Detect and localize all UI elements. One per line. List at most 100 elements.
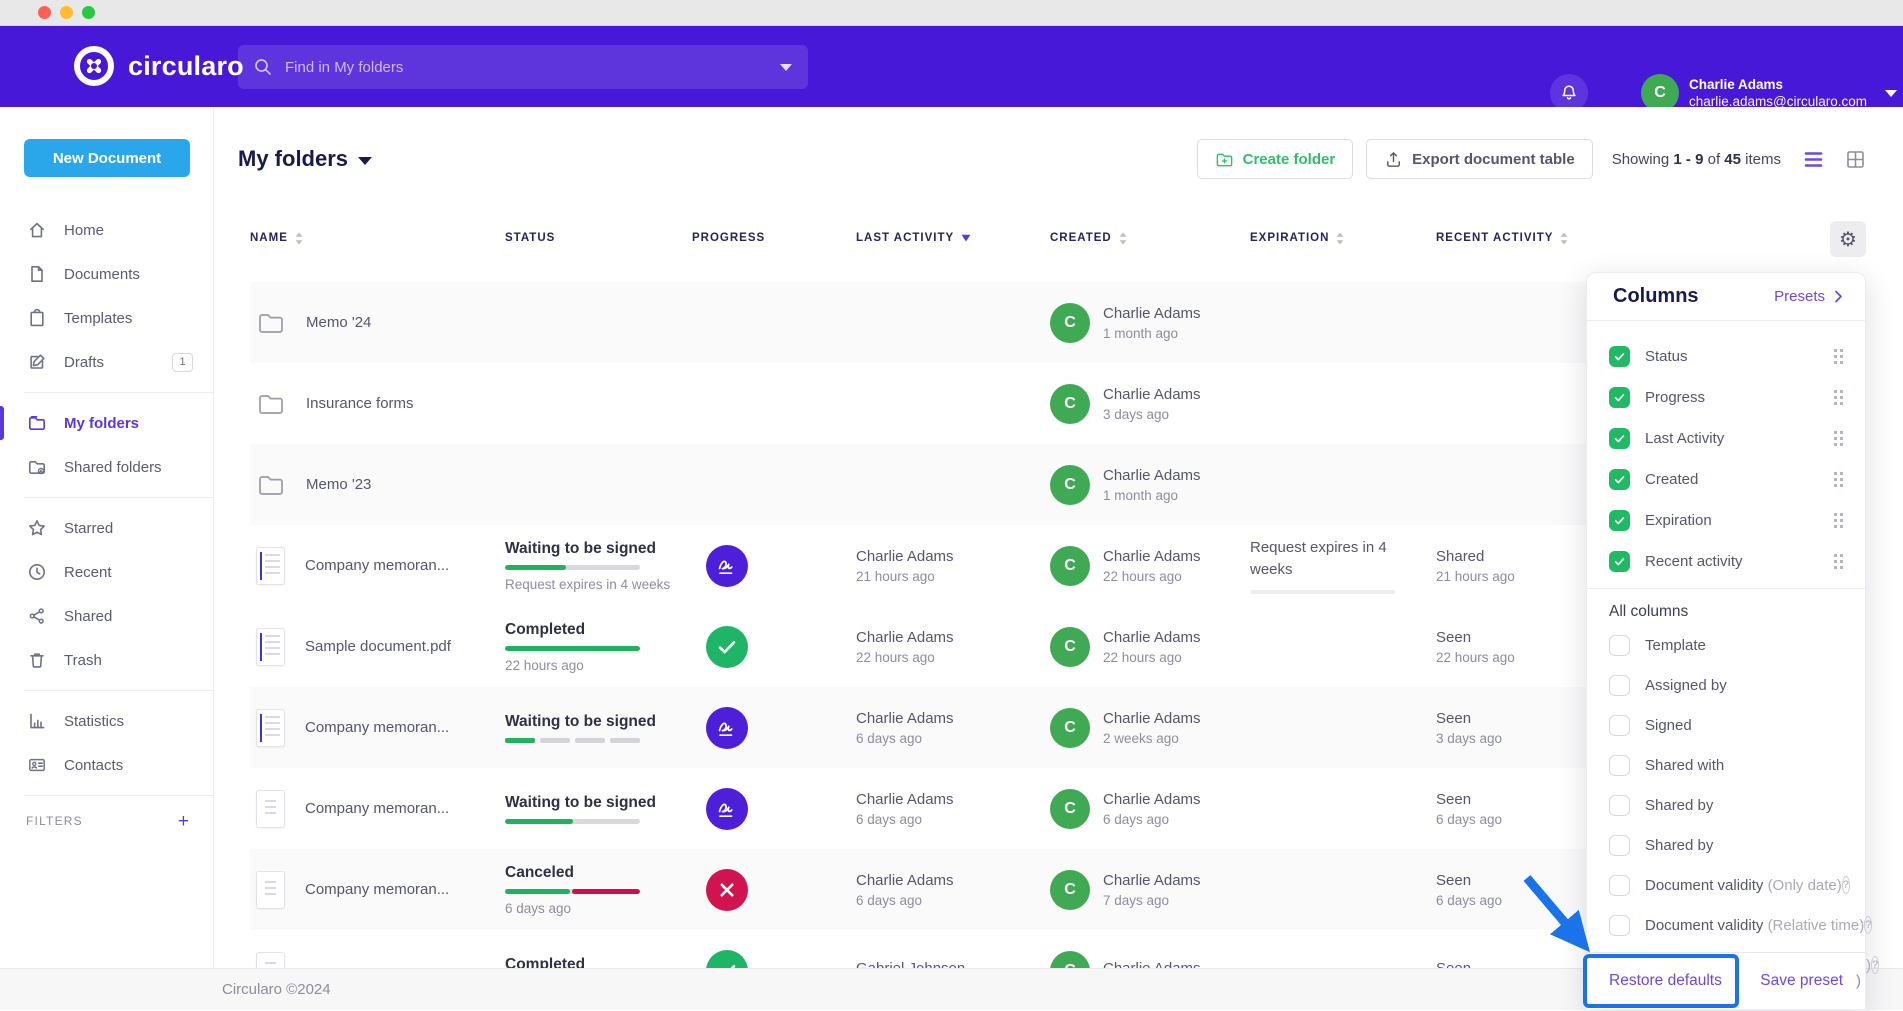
checkbox-unchecked[interactable] <box>1609 715 1630 736</box>
restore-defaults-button[interactable]: Restore defaults <box>1609 972 1722 990</box>
new-document-button[interactable]: New Document <box>24 139 190 177</box>
create-folder-button[interactable]: Create folder <box>1197 139 1354 179</box>
sort-icon <box>1336 232 1344 245</box>
folder-icon <box>256 389 286 419</box>
checkbox-unchecked[interactable] <box>1609 875 1630 896</box>
sidebar-item-recent[interactable]: Recent <box>0 550 213 594</box>
status-label: Waiting to be signed <box>505 540 692 558</box>
checkbox-unchecked[interactable] <box>1609 795 1630 816</box>
last-activity-name: Charlie Adams <box>856 548 1050 565</box>
column-header-created[interactable]: CREATED <box>1050 232 1250 245</box>
document-icon <box>27 264 47 284</box>
column-header-expiration[interactable]: EXPIRATION <box>1250 232 1436 245</box>
drag-handle-icon[interactable] <box>1834 349 1843 364</box>
checkbox-checked[interactable] <box>1609 469 1630 490</box>
last-activity-name: Charlie Adams <box>856 629 1050 646</box>
search-scope-dropdown-icon[interactable] <box>780 64 792 71</box>
drag-handle-icon[interactable] <box>1834 472 1843 487</box>
column-name-qualifier: (Only date) <box>1768 877 1842 894</box>
sidebar-item-statistics[interactable]: Statistics <box>0 699 213 743</box>
column-name: Expiration <box>1645 512 1712 529</box>
last-activity-name: Charlie Adams <box>856 710 1050 727</box>
column-header-status: STATUS <box>505 232 692 244</box>
created-cell: CCharlie Adams <box>1050 951 1250 969</box>
search-input[interactable] <box>285 59 780 76</box>
status-label: Completed <box>505 956 692 969</box>
sidebar-item-label: Documents <box>64 266 140 283</box>
sidebar-item-shared-folders[interactable]: Shared folders <box>0 445 213 489</box>
check-icon <box>710 630 744 664</box>
checkbox-checked[interactable] <box>1609 551 1630 572</box>
checkbox-checked[interactable] <box>1609 346 1630 367</box>
sidebar-item-trash[interactable]: Trash <box>0 638 213 682</box>
checkbox-unchecked[interactable] <box>1609 835 1630 856</box>
sidebar-item-my-folders[interactable]: My folders <box>0 401 213 445</box>
checkbox-unchecked[interactable] <box>1609 675 1630 696</box>
sidebar-item-templates[interactable]: Templates <box>0 296 213 340</box>
columns-panel-title: Columns <box>1613 285 1699 308</box>
app-logo[interactable]: circularo <box>72 44 244 88</box>
minimize-window-button[interactable] <box>60 6 73 19</box>
sidebar-divider <box>24 795 213 796</box>
checkbox-unchecked[interactable] <box>1609 915 1630 936</box>
column-header-last-activity[interactable]: LAST ACTIVITY <box>856 232 1050 244</box>
drag-handle-icon[interactable] <box>1834 390 1843 405</box>
home-icon <box>27 220 47 240</box>
clock-icon <box>27 562 47 582</box>
shared-folder-icon <box>27 457 47 477</box>
sidebar-item-shared[interactable]: Shared <box>0 594 213 638</box>
export-document-table-button[interactable]: Export document table <box>1366 139 1593 179</box>
last-activity-name: Charlie Adams <box>856 791 1050 808</box>
column-name: Document validity (Only date) <box>1645 877 1842 894</box>
document-icon <box>256 790 285 828</box>
checkbox-checked[interactable] <box>1609 510 1630 531</box>
presets-link[interactable]: Presets <box>1774 288 1843 305</box>
help-icon[interactable]: ? <box>1842 876 1850 894</box>
list-view-toggle[interactable] <box>1803 149 1824 170</box>
drag-handle-icon[interactable] <box>1834 431 1843 446</box>
help-icon[interactable]: ? <box>1871 956 1879 974</box>
sidebar-item-drafts[interactable]: Drafts1 <box>0 340 213 384</box>
checkbox-unchecked[interactable] <box>1609 755 1630 776</box>
sort-icon <box>1560 232 1568 245</box>
column-toggle-progress: Progress <box>1587 377 1865 418</box>
global-search[interactable] <box>238 45 808 89</box>
sidebar-item-contacts[interactable]: Contacts <box>0 743 213 787</box>
column-toggle-shared-by: Shared by <box>1587 825 1865 865</box>
column-name: Template <box>1645 637 1706 654</box>
add-filter-button[interactable]: + <box>178 812 189 831</box>
status-caption: 6 days ago <box>505 901 692 916</box>
column-toggle-document-validity-relative-time-: Document validity (Relative time)? <box>1587 905 1865 945</box>
sidebar-item-documents[interactable]: Documents <box>0 252 213 296</box>
sidebar-item-starred[interactable]: Starred <box>0 506 213 550</box>
sidebar-divider <box>24 497 213 498</box>
column-toggle-expiration: Expiration <box>1587 500 1865 541</box>
close-window-button[interactable] <box>38 6 51 19</box>
page-title-dropdown[interactable]: My folders <box>238 146 372 172</box>
checkbox-checked[interactable] <box>1609 387 1630 408</box>
checkbox-checked[interactable] <box>1609 428 1630 449</box>
drag-handle-icon[interactable] <box>1834 554 1843 569</box>
grid-view-toggle[interactable] <box>1845 149 1866 170</box>
column-name: Last Activity <box>1645 430 1724 447</box>
column-header-recent-activity[interactable]: RECENT ACTIVITY <box>1436 232 1866 245</box>
last-activity-cell: Charlie Adams 22 hours ago <box>856 629 1050 665</box>
sidebar-item-home[interactable]: Home <box>0 208 213 252</box>
checkbox-unchecked[interactable] <box>1609 635 1630 656</box>
sidebar-nav: HomeDocumentsTemplatesDrafts1My foldersS… <box>0 208 213 838</box>
progress-cell <box>692 626 856 668</box>
x-icon <box>710 873 744 907</box>
last-activity-cell: Charlie Adams 21 hours ago <box>856 548 1050 584</box>
status-label: Completed <box>505 621 692 639</box>
toolbar: My folders Create folder Export document… <box>238 137 1866 181</box>
column-name: Status <box>1645 348 1688 365</box>
zoom-window-button[interactable] <box>82 6 95 19</box>
creator-avatar: C <box>1050 303 1090 343</box>
status-cell: Waiting to be signedRequest expires in 4… <box>505 540 692 592</box>
progress-status-badge <box>706 707 748 749</box>
creator-avatar: C <box>1050 465 1090 505</box>
drag-handle-icon[interactable] <box>1834 513 1843 528</box>
save-preset-button[interactable]: Save preset <box>1760 972 1843 990</box>
column-header-name[interactable]: NAME <box>250 232 505 245</box>
panel-divider <box>1587 588 1865 589</box>
